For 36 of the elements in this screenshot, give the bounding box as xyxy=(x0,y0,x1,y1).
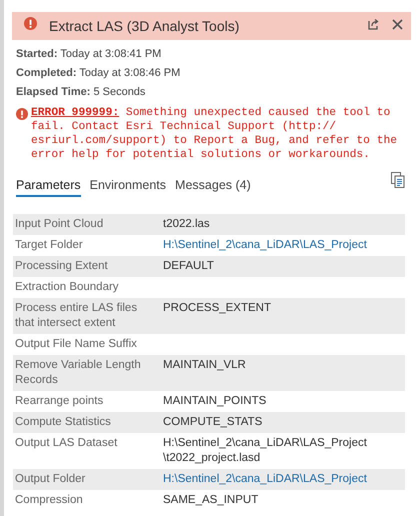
parameter-label: Input Point Cloud xyxy=(14,217,104,232)
parameter-label: Compute Statistics xyxy=(14,415,112,430)
parameter-label: Output File Name Suffix xyxy=(14,337,138,352)
error-icon xyxy=(16,108,28,120)
copy-icon[interactable] xyxy=(391,172,405,188)
parameter-value: MAINTAIN_VLR xyxy=(163,358,247,373)
parameter-label: Rearrange points xyxy=(14,394,104,409)
parameter-value: PROCESS_EXTENT xyxy=(163,301,272,316)
close-icon[interactable] xyxy=(392,19,403,30)
parameter-value: SAME_AS_INPUT xyxy=(163,493,260,508)
folder-link[interactable]: H:\Sentinel_2\cana_LiDAR\LAS_Project xyxy=(163,472,405,487)
parameter-label: Target Folder xyxy=(14,238,84,253)
parameter-value: H:\Sentinel_2\cana_LiDAR\LAS_Project \t2022_project.lasd xyxy=(163,436,368,466)
window-title: Extract LAS (3D Analyst Tools) xyxy=(49,18,240,34)
parameter-label: Process entire LAS files that intersect extent xyxy=(14,301,138,331)
info-text: Started: Today at 3:08:41 PM xyxy=(16,47,162,62)
parameter-label: Output Folder xyxy=(14,472,86,487)
tab[interactable]: Environments xyxy=(90,177,166,197)
tab[interactable]: Messages (4) xyxy=(175,177,251,197)
parameter-value: t2022.las xyxy=(163,217,211,232)
parameter-value: COMPUTE_STATS xyxy=(163,415,264,430)
info-text: Elapsed Time: 5 Seconds xyxy=(16,85,146,100)
parameter-label: Remove Variable Length Records xyxy=(14,358,142,388)
error-message: ERROR 999999: Something unexpected caused the tool to fail. Contact Esri Technical Support (http:// esriurl.com/support) to Report a Bug, and refer to the error help for potential solutions or workarounds. xyxy=(31,106,398,162)
error-icon xyxy=(24,17,37,30)
pop-out-icon[interactable] xyxy=(368,18,380,30)
tab[interactable]: Parameters xyxy=(16,177,81,197)
parameter-label: Output LAS Dataset xyxy=(14,436,118,451)
parameter-label: Compression xyxy=(14,493,84,508)
parameter-value: MAINTAIN_POINTS xyxy=(163,394,268,409)
parameter-label: Processing Extent xyxy=(14,259,109,274)
error-code-link[interactable]: ERROR 999999: xyxy=(31,107,120,119)
parameter-label: Extraction Boundary xyxy=(14,280,120,295)
parameter-value: DEFAULT xyxy=(163,259,215,274)
folder-link[interactable]: H:\Sentinel_2\cana_LiDAR\LAS_Project xyxy=(163,238,405,253)
info-text: Completed: Today at 3:08:46 PM xyxy=(16,66,182,81)
